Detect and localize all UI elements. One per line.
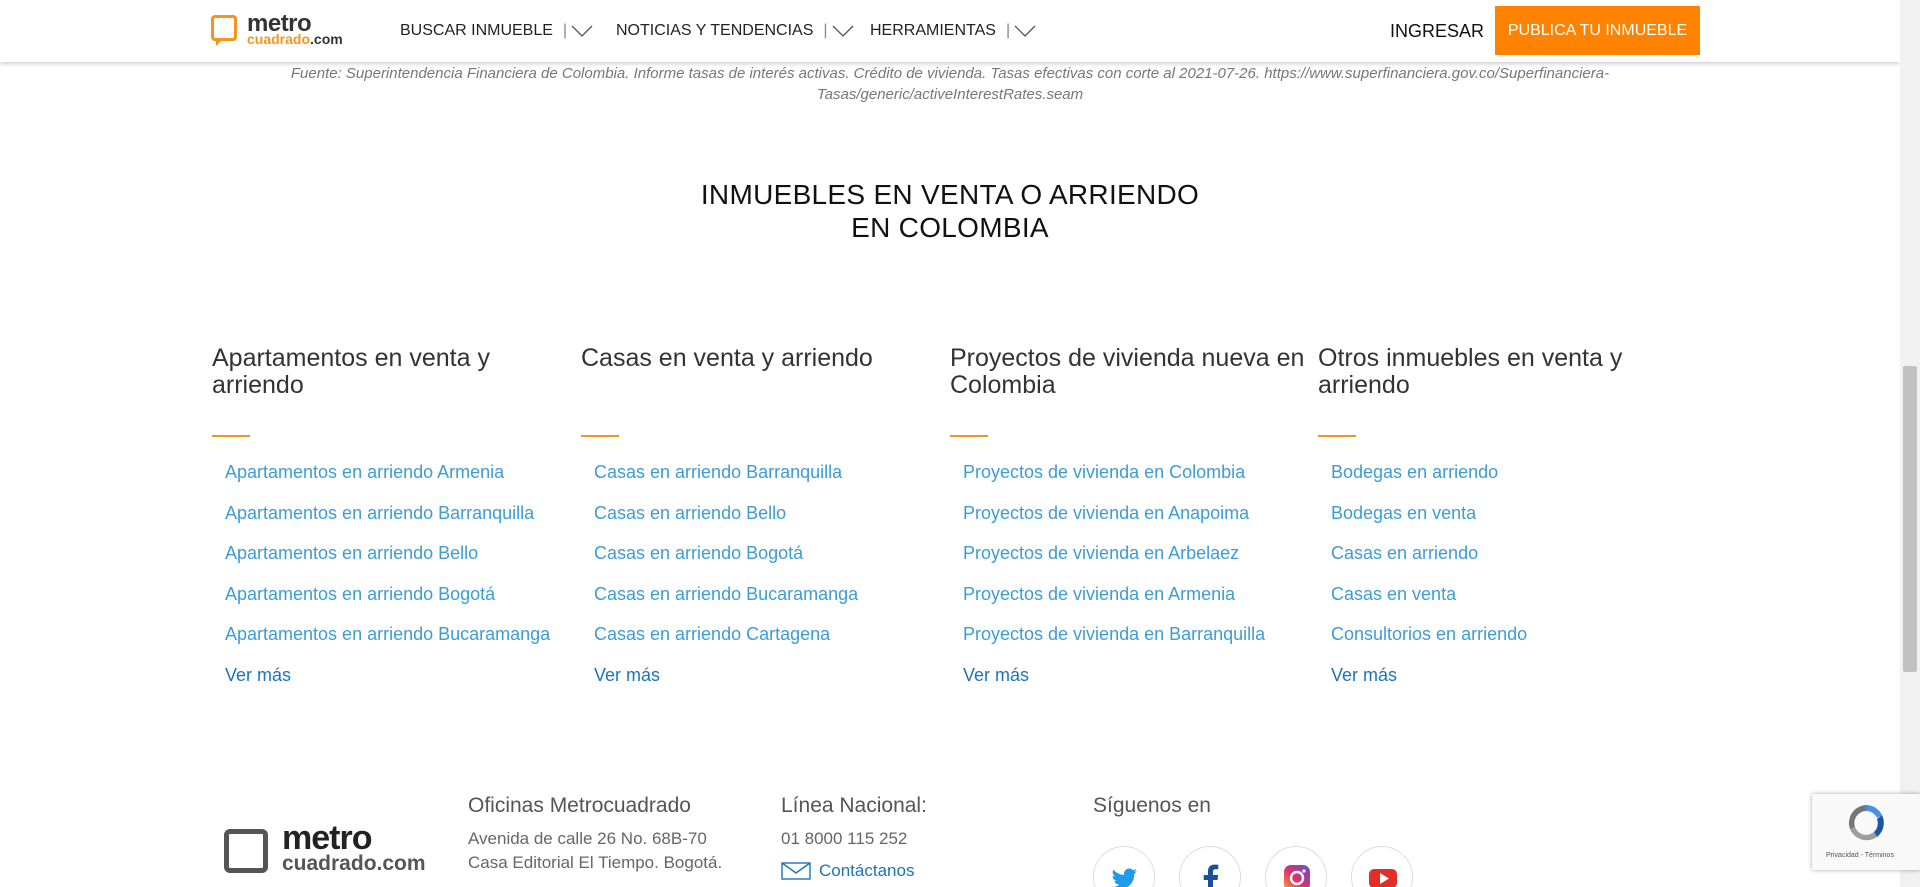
list-item-link[interactable]: Casas en arriendo Bogotá: [594, 541, 951, 565]
section-title: INMUEBLES EN VENTA O ARRIENDO EN COLOMBI…: [700, 179, 1200, 243]
recaptcha-terms[interactable]: Privacidad - Términos: [1826, 852, 1894, 859]
social-title: Síguenos en: [1093, 794, 1211, 817]
list-item-link[interactable]: Bodegas en venta: [1331, 501, 1688, 525]
chevron-down-icon: [832, 25, 854, 37]
nav-noticias-tendencias[interactable]: NOTICIAS Y TENDENCIAS |: [616, 0, 854, 62]
site-header: metro cuadrado.com BUSCAR INMUEBLE | NOT…: [0, 0, 1900, 62]
nav-buscar-inmueble[interactable]: BUSCAR INMUEBLE |: [400, 0, 593, 62]
ver-mas-link[interactable]: Ver más: [963, 663, 1320, 687]
nav-label: HERRAMIENTAS: [870, 22, 996, 39]
envelope-icon: [781, 862, 811, 880]
logo-text-sub: cuadrado.com: [247, 31, 343, 47]
column-proyectos: Proyectos de vivienda nueva en Colombia P…: [950, 345, 1320, 704]
nav-label: BUSCAR INMUEBLE: [400, 22, 553, 39]
title-divider: [1318, 435, 1356, 437]
list-item-link[interactable]: Casas en arriendo: [1331, 541, 1688, 565]
chevron-down-icon: [1014, 25, 1036, 37]
logo-mark: [211, 15, 237, 46]
source-note: Fuente: Superintendencia Financiera de C…: [290, 65, 1610, 103]
instagram-icon[interactable]: [1265, 846, 1327, 887]
list-item-link[interactable]: Consultorios en arriendo: [1331, 622, 1688, 646]
ver-mas-link[interactable]: Ver más: [594, 663, 951, 687]
list-item-link[interactable]: Casas en venta: [1331, 582, 1688, 606]
metrocuadrado-logo[interactable]: metro cuadrado.com: [211, 10, 353, 51]
link-list: Apartamentos en arriendo Armenia Apartam…: [212, 460, 582, 687]
recaptcha-badge[interactable]: Privacidad - Términos: [1812, 794, 1920, 870]
list-item-link[interactable]: Apartamentos en arriendo Armenia: [225, 460, 582, 484]
link-list: Bodegas en arriendo Bodegas en venta Cas…: [1318, 460, 1688, 687]
address-line: Avenida de calle 26 No. 68B-70: [468, 829, 707, 848]
list-item-link[interactable]: Apartamentos en arriendo Bucaramanga: [225, 622, 582, 646]
list-item-link[interactable]: Apartamentos en arriendo Bogotá: [225, 582, 582, 606]
recaptcha-icon: [1848, 805, 1884, 841]
page-scrollbar[interactable]: [1900, 0, 1920, 887]
contact-link[interactable]: Contáctanos: [781, 861, 927, 881]
list-item-link[interactable]: Apartamentos en arriendo Bello: [225, 541, 582, 565]
footer-social: Síguenos en: [1093, 793, 1211, 827]
list-item-link[interactable]: Casas en arriendo Bello: [594, 501, 951, 525]
list-item-link[interactable]: Casas en arriendo Bucaramanga: [594, 582, 951, 606]
address-line: Casa Editorial El Tiempo. Bogotá.: [468, 853, 723, 872]
twitter-icon[interactable]: [1093, 846, 1155, 887]
list-item-link[interactable]: Bodegas en arriendo: [1331, 460, 1688, 484]
title-divider: [950, 435, 988, 437]
national-line-title: Línea Nacional:: [781, 794, 927, 817]
column-title: Apartamentos en venta y arriendo: [212, 344, 490, 399]
title-divider: [581, 435, 619, 437]
offices-title: Oficinas Metrocuadrado: [468, 794, 691, 817]
scrollbar-thumb[interactable]: [1903, 366, 1917, 672]
youtube-icon[interactable]: [1351, 846, 1413, 887]
social-links: [1093, 846, 1413, 887]
column-title: Otros inmuebles en venta y arriendo: [1318, 344, 1623, 399]
column-apartamentos: Apartamentos en venta y arriendo Apartame…: [212, 345, 582, 704]
logo-text-sub: cuadrado.com: [282, 852, 426, 875]
column-title: Proyectos de vivienda nueva en Colombia: [950, 344, 1305, 399]
ver-mas-link[interactable]: Ver más: [1331, 663, 1688, 687]
chevron-down-icon: [571, 25, 593, 37]
contact-label: Contáctanos: [819, 861, 915, 880]
column-otros-inmuebles: Otros inmuebles en venta y arriendo Bodeg…: [1318, 345, 1688, 704]
publish-property-button[interactable]: PUBLICA TU INMUEBLE: [1495, 6, 1700, 55]
title-divider: [212, 435, 250, 437]
nav-herramientas[interactable]: HERRAMIENTAS |: [870, 0, 1036, 62]
column-title: Casas en venta y arriendo: [581, 344, 873, 372]
link-list: Casas en arriendo Barranquilla Casas en …: [581, 460, 951, 687]
facebook-icon[interactable]: [1179, 846, 1241, 887]
list-item-link[interactable]: Casas en arriendo Barranquilla: [594, 460, 951, 484]
link-list: Proyectos de vivienda en Colombia Proyec…: [950, 460, 1320, 687]
list-item-link[interactable]: Proyectos de vivienda en Colombia: [963, 460, 1320, 484]
list-item-link[interactable]: Casas en arriendo Cartagena: [594, 622, 951, 646]
footer-offices: Oficinas Metrocuadrado Avenida de calle …: [468, 793, 722, 875]
nav-label: NOTICIAS Y TENDENCIAS: [616, 22, 814, 39]
login-link[interactable]: INGRESAR: [1390, 0, 1484, 62]
list-item-link[interactable]: Proyectos de vivienda en Armenia: [963, 582, 1320, 606]
ver-mas-link[interactable]: Ver más: [225, 663, 582, 687]
phone-number: 01 8000 115 252: [781, 829, 908, 848]
list-item-link[interactable]: Proyectos de vivienda en Barranquilla: [963, 622, 1320, 646]
list-item-link[interactable]: Apartamentos en arriendo Barranquilla: [225, 501, 582, 525]
column-casas: Casas en venta y arriendo Casas en arrie…: [581, 345, 951, 704]
list-item-link[interactable]: Proyectos de vivienda en Arbelaez: [963, 541, 1320, 565]
footer-national-line: Línea Nacional: 01 8000 115 252 Contácta…: [781, 793, 927, 881]
list-item-link[interactable]: Proyectos de vivienda en Anapoima: [963, 501, 1320, 525]
page: metro cuadrado.com BUSCAR INMUEBLE | NOT…: [0, 0, 1900, 887]
logo-mark: [224, 829, 268, 873]
footer-logo[interactable]: metro cuadrado.com: [224, 819, 434, 887]
